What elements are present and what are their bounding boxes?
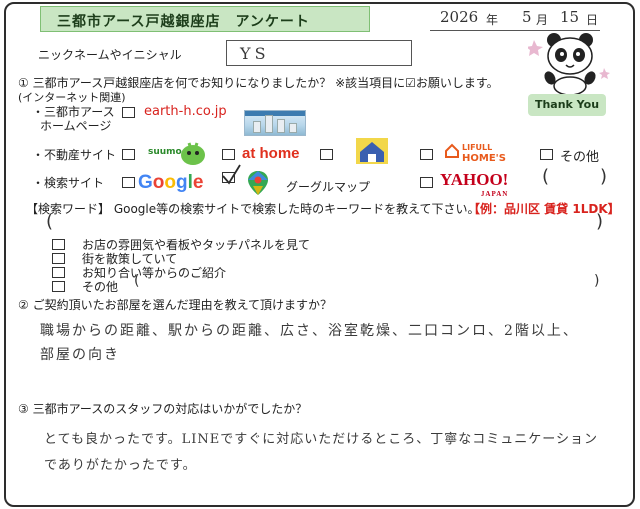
check-mark-icon: [222, 164, 241, 185]
q3-answer-line1: とても良かったです。LINEですぐに対応いただけるところ、丁寧なコミュニケーショ…: [44, 432, 599, 447]
yahoo-checkbox[interactable]: [420, 177, 433, 188]
survey-title: 三都市アース戸越銀座店 アンケート: [40, 6, 370, 32]
option-other-checkbox[interactable]: [52, 281, 65, 292]
q2-question: ② ご契約頂いたお部屋を選んだ理由を教えて頂けますか？: [18, 298, 332, 312]
date-month-unit: 月: [536, 13, 549, 27]
date-year-unit: 年: [486, 13, 499, 27]
q3-answer-line2: でありがたかったです。: [44, 458, 197, 473]
googlemap-label: グーグルマップ: [286, 180, 371, 194]
option-storefront-checkbox[interactable]: [52, 239, 65, 250]
google-checkbox[interactable]: [122, 177, 135, 188]
date-year: 2026: [440, 8, 479, 26]
google-maps-pin-icon: [248, 171, 268, 195]
yahoo-logo: YAHOO! JAPAN: [440, 171, 508, 202]
suumo-checkbox[interactable]: [122, 149, 135, 160]
other-search-paren-open: (: [542, 166, 550, 187]
lifull-logo: LIFULL HOME'S: [462, 142, 506, 164]
nickname-label: ニックネームやイニシャル: [38, 48, 182, 62]
option-other-label: その他: [82, 280, 119, 294]
homepage-thumbnail: [244, 110, 306, 136]
option-referral-checkbox[interactable]: [52, 267, 65, 278]
date-month: 5: [522, 8, 532, 26]
q2-answer-line1: 職場からの距離、駅からの距離、広さ、浴室乾燥、二口コンロ、2階以上、: [40, 323, 579, 339]
search-label: ・検索サイト: [32, 176, 105, 190]
lifull-logo-line2: HOME'S: [462, 153, 506, 164]
suumo-logo: suumo: [148, 147, 182, 157]
keyword-label: 【検索ワード】 Google等の検索サイトで検索した時のキーワードを教えて下さい…: [26, 202, 480, 216]
google-logo: Google: [138, 172, 204, 193]
lifull-checkbox[interactable]: [420, 149, 433, 160]
athome-checkbox[interactable]: [222, 149, 235, 160]
homepage-checkbox[interactable]: [122, 107, 135, 118]
lifull-house-icon: [445, 143, 459, 158]
athome-logo: at home: [242, 145, 300, 162]
chintai-house-logo-icon: [356, 138, 388, 164]
option-other-paren-close: ): [594, 273, 600, 289]
option-walking-checkbox[interactable]: [52, 253, 65, 264]
realestate-label: ・不動産サイト: [32, 148, 117, 162]
other-site-label: その他: [560, 150, 600, 165]
date-day-unit: 日: [586, 13, 599, 27]
panda-mascot-icon: [528, 33, 610, 94]
q2-answer-line2: 部屋の向き: [40, 347, 120, 363]
keyword-paren-close: ): [596, 211, 604, 232]
thank-you-badge: Thank You: [528, 94, 606, 116]
chintai-checkbox[interactable]: [320, 149, 333, 160]
suumo-mascot-icon: [181, 142, 205, 165]
homepage-site-name: earth-h.co.jp: [144, 104, 227, 119]
keyword-paren-open: (: [46, 211, 54, 232]
nickname-value: YS: [240, 44, 270, 63]
homepage-label-2: ホームページ: [40, 119, 112, 133]
option-other-paren-open: (: [134, 273, 140, 289]
other-site-checkbox[interactable]: [540, 149, 553, 160]
q3-question: ③ 三都市アースのスタッフの対応はいかがでしたか？: [18, 402, 308, 416]
lifull-logo-line1: LIFULL: [462, 143, 493, 152]
date-day: 15: [560, 8, 580, 26]
other-search-paren-close: ): [600, 166, 608, 187]
